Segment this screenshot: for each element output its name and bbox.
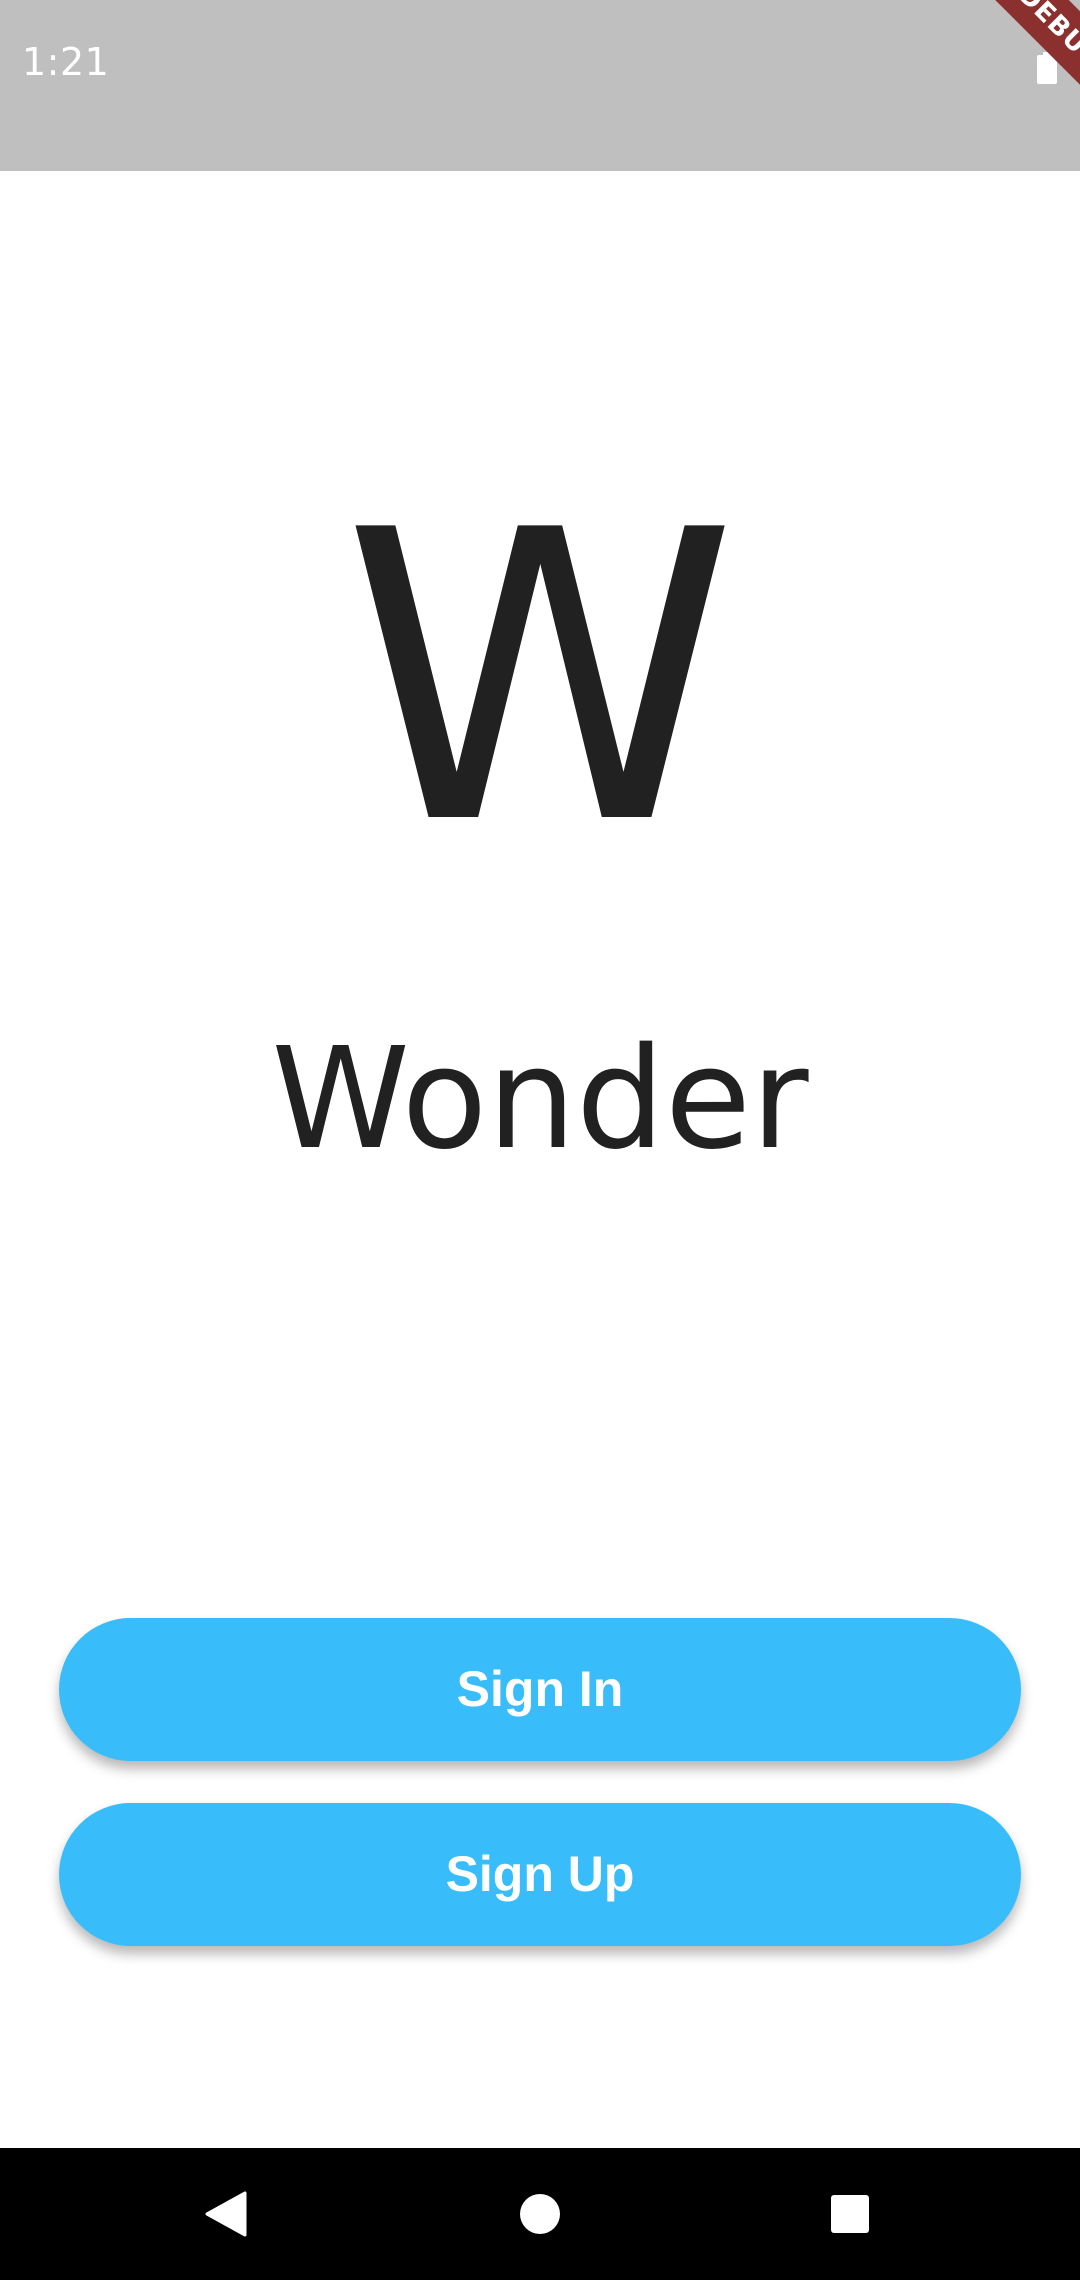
app-logo-letter: W bbox=[342, 447, 738, 912]
app-name: Wonder bbox=[271, 1018, 809, 1181]
sign-in-button[interactable]: Sign In bbox=[59, 1618, 1021, 1761]
status-time: 1:21 bbox=[22, 40, 110, 84]
recents-icon[interactable] bbox=[790, 2148, 910, 2280]
sign-up-button[interactable]: Sign Up bbox=[59, 1803, 1021, 1946]
back-icon[interactable] bbox=[166, 2148, 286, 2280]
debug-banner: DEBUG bbox=[988, 0, 1080, 100]
home-icon[interactable] bbox=[480, 2148, 600, 2280]
system-nav-bar bbox=[0, 2148, 1080, 2280]
status-bar: 1:21 DEBUG bbox=[0, 0, 1080, 171]
